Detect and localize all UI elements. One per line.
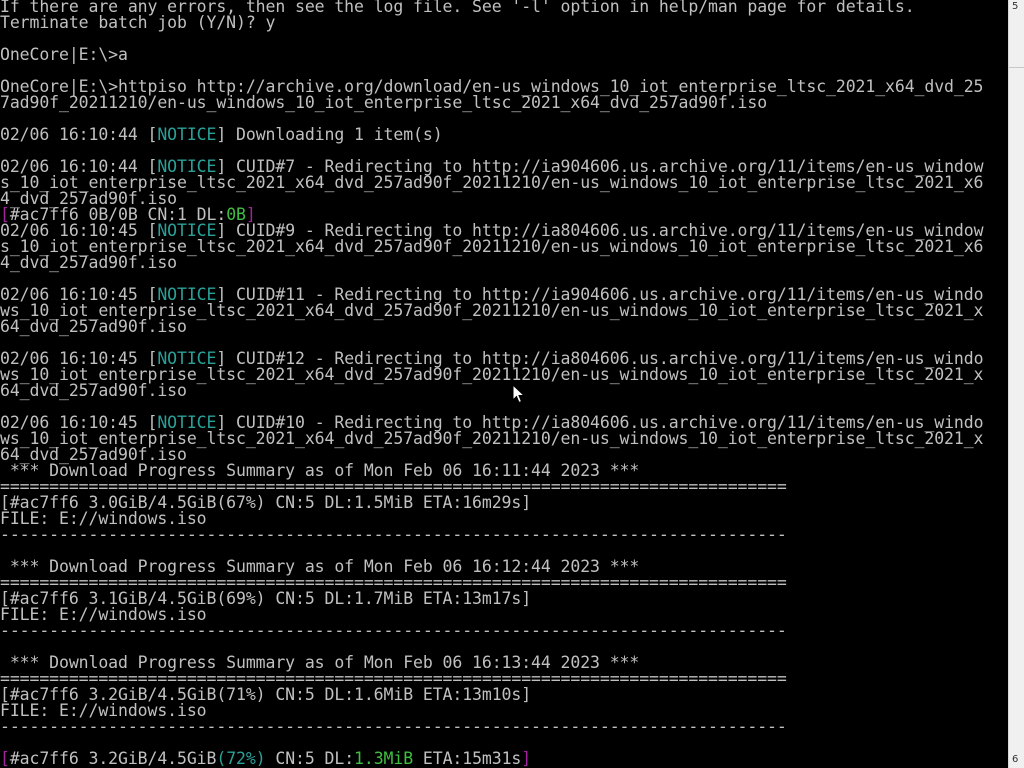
terminal-text-segment: ----------------------------------------…	[0, 525, 787, 544]
terminal-text-segment: [	[0, 749, 10, 768]
scrollbar-top-label: 5	[1012, 1, 1019, 12]
terminal-line: 7ad90f_20211210/en-us_windows_10_iot_ent…	[0, 93, 768, 112]
terminal-line: Terminate batch job (Y/N)? y	[0, 13, 276, 32]
scrollbar-bottom-label: 6	[1012, 754, 1019, 765]
vertical-scrollbar[interactable]: 5 6	[1008, 0, 1024, 768]
terminal-text-segment: Terminate batch job (Y/N)? y	[0, 13, 276, 32]
scrollbar-thumb[interactable]: 5	[1009, 0, 1024, 68]
terminal-line: 02/06 16:10:44 [NOTICE] Downloading 1 it…	[0, 125, 443, 144]
terminal-line: 4_dvd_257ad90f.iso	[0, 253, 178, 272]
terminal-line: ----------------------------------------…	[0, 621, 787, 640]
terminal-text-segment: NOTICE	[157, 125, 217, 144]
terminal-line: ----------------------------------------…	[0, 525, 787, 544]
terminal-text-segment: ----------------------------------------…	[0, 717, 787, 736]
terminal-text-segment: ETA:15m31s	[413, 749, 522, 768]
terminal-text-segment: 1.3MiB	[354, 749, 414, 768]
mouse-pointer-icon	[512, 384, 526, 404]
terminal-line: 64_dvd_257ad90f.iso	[0, 317, 187, 336]
terminal-text-segment: 02/06 16:10:44 [	[0, 125, 158, 144]
terminal-text-segment: 7ad90f_20211210/en-us_windows_10_iot_ent…	[0, 93, 768, 112]
terminal-line: [#ac7ff6 3.2GiB/4.5GiB(72%) CN:5 DL:1.3M…	[0, 749, 532, 768]
terminal-line: OneCore|E:\>a	[0, 45, 128, 64]
terminal-text-segment: (72%)	[216, 749, 266, 768]
terminal-text-segment: ----------------------------------------…	[0, 621, 787, 640]
terminal-text-segment: 64_dvd_257ad90f.iso	[0, 317, 187, 336]
terminal-text-segment: OneCore|E:\>a	[0, 45, 128, 64]
terminal-text-segment: CN:5 DL:	[265, 749, 355, 768]
terminal-line: ----------------------------------------…	[0, 717, 787, 736]
terminal-text-segment: #ac7ff6 3.2GiB/4.5GiB	[9, 749, 217, 768]
terminal-text-segment: ]	[521, 749, 532, 768]
terminal-window[interactable]: If there are any errors, then see the lo…	[0, 0, 1008, 768]
terminal-text-segment: ] Downloading 1 item(s)	[216, 125, 443, 144]
terminal-text-segment: 4_dvd_257ad90f.iso	[0, 253, 178, 272]
terminal-line: 64_dvd_257ad90f.iso	[0, 381, 187, 400]
terminal-text-segment: 64_dvd_257ad90f.iso	[0, 381, 187, 400]
